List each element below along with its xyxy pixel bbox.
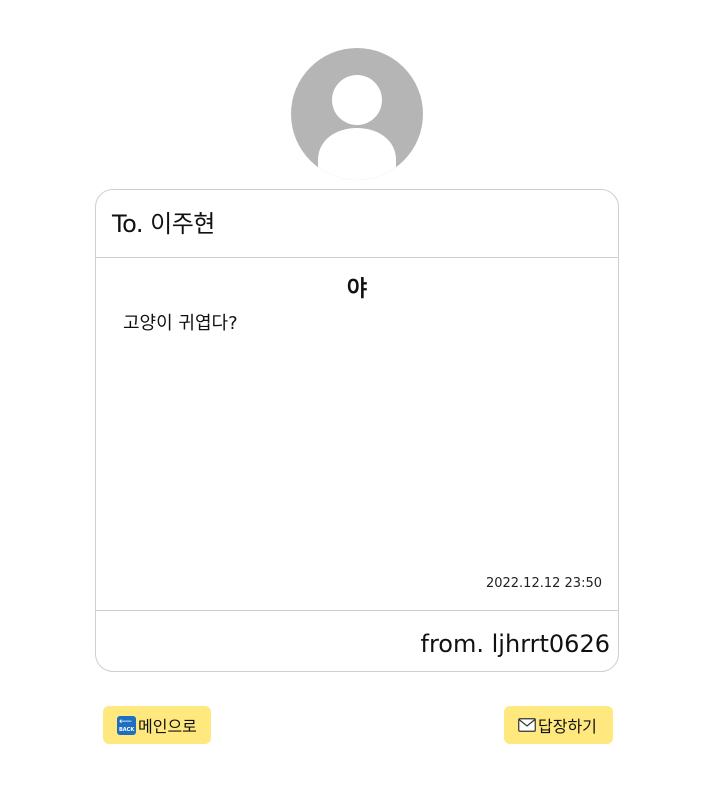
back-icon: ⟵ BACK	[117, 715, 136, 735]
recipient-line: To. 이주현	[112, 209, 215, 239]
recipient-name: 이주현	[150, 210, 215, 238]
go-main-button[interactable]: ⟵ BACK 메인으로	[103, 706, 211, 744]
reply-button[interactable]: 답장하기	[504, 706, 613, 744]
envelope-icon	[518, 718, 536, 732]
recipient-prefix: To.	[112, 210, 143, 238]
sender-prefix: from.	[420, 630, 484, 658]
go-main-label: 메인으로	[138, 717, 197, 736]
message-text: 고양이 귀엽다?	[123, 313, 238, 334]
sender-line: from. ljhrrt0626	[421, 629, 610, 659]
sender-username: ljhrrt0626	[491, 630, 610, 658]
message-timestamp: 2022.12.12 23:50	[485, 576, 602, 591]
letter-card: To. 이주현 야 고양이 귀엽다? 2022.12.12 23:50 from…	[95, 189, 619, 672]
letter-header: To. 이주현	[96, 190, 618, 258]
reply-label: 답장하기	[538, 717, 597, 736]
default-avatar-icon	[291, 48, 423, 180]
message-title: 야	[346, 277, 368, 302]
letter-body: 야 고양이 귀엽다? 2022.12.12 23:50	[96, 257, 618, 611]
letter-footer: from. ljhrrt0626	[96, 611, 618, 671]
